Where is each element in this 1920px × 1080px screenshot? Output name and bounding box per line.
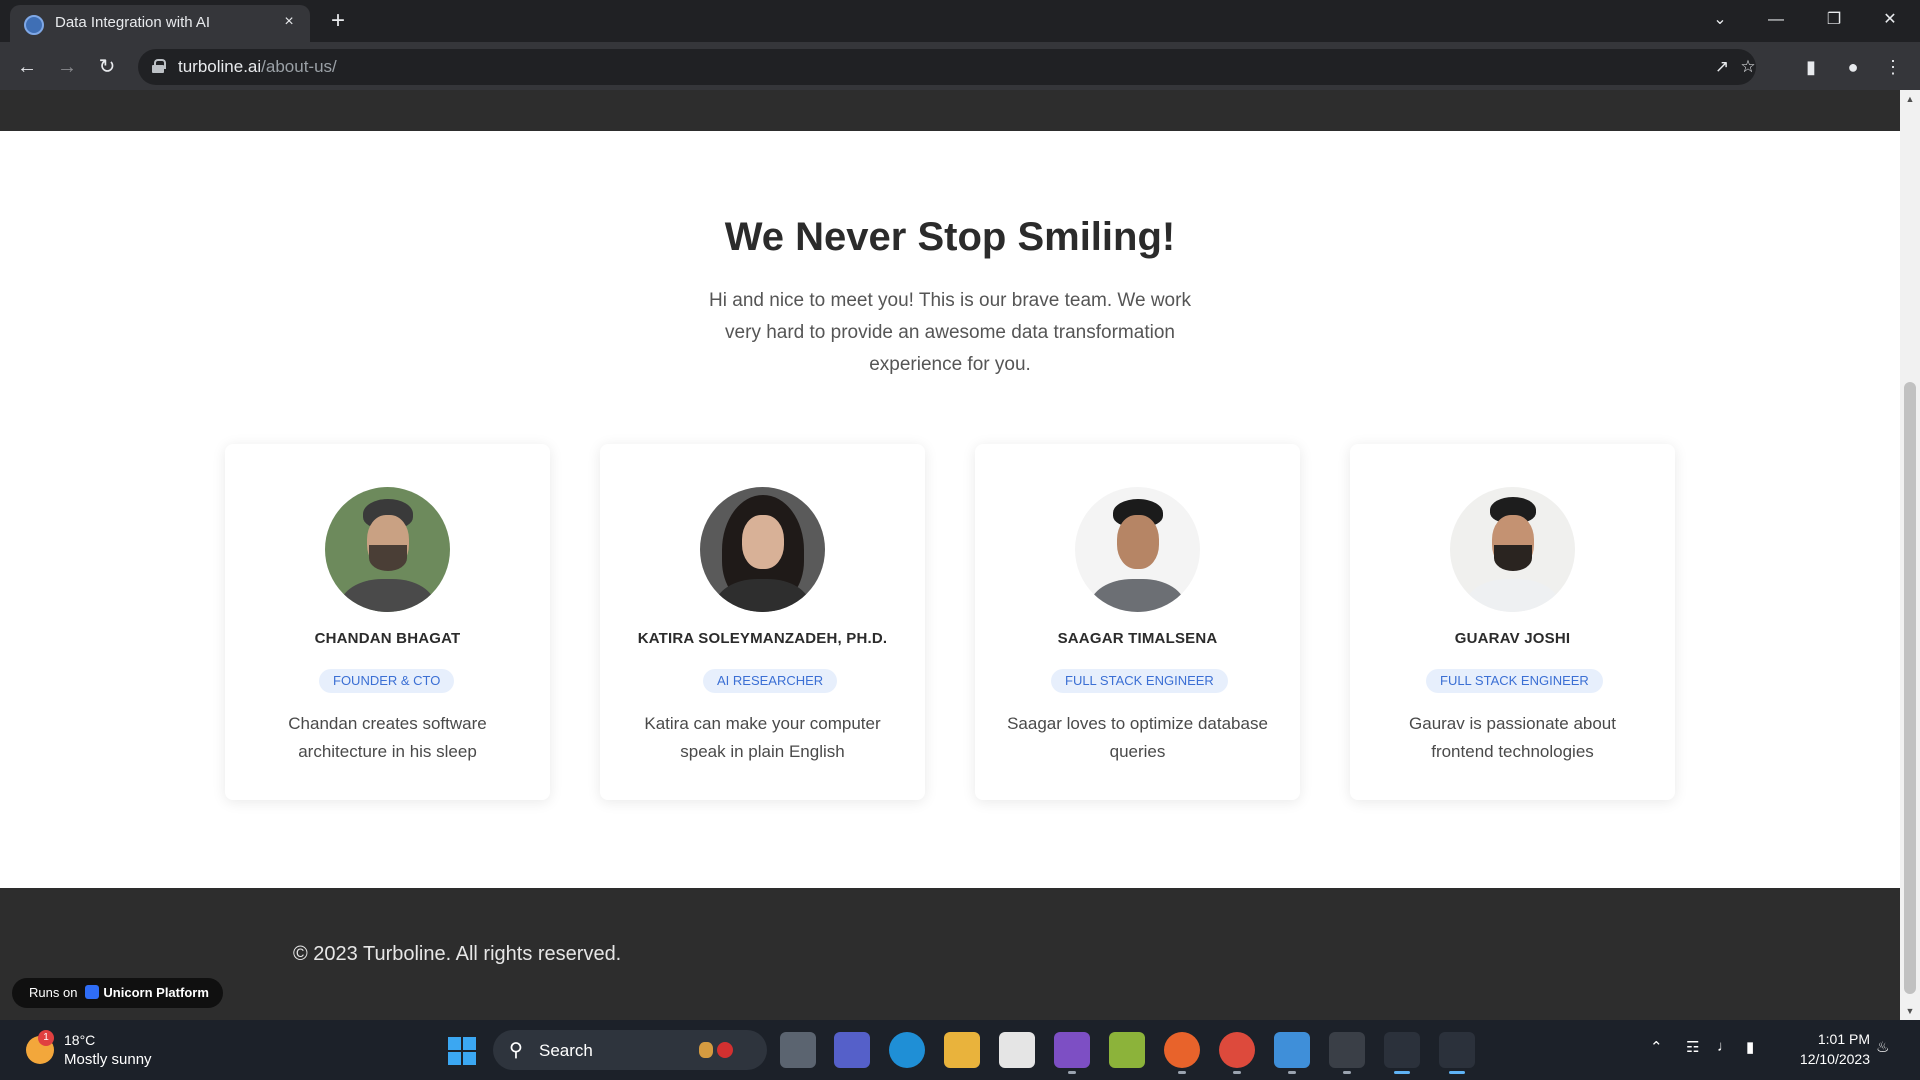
avatar — [1450, 487, 1575, 612]
site-favicon-icon — [24, 15, 44, 35]
avatar — [1075, 487, 1200, 612]
scroll-down-arrow-icon[interactable]: ▼ — [1900, 1002, 1920, 1020]
page-footer: © 2023 Turboline. All rights reserved. — [0, 888, 1900, 1020]
member-name: CHANDAN BHAGAT — [314, 630, 461, 647]
side-panel-icon[interactable]: ▮ — [1796, 52, 1826, 82]
clock-time: 1:01 PM — [1817, 1031, 1870, 1047]
taskbar-search[interactable]: ⚲ Search — [493, 1030, 767, 1070]
team-card: GUARAV JOSHI FULL STACK ENGINEER Gaurav … — [1350, 444, 1675, 800]
search-highlight-icon — [699, 1042, 713, 1058]
member-description: Chandan creates software architecture in… — [288, 714, 487, 761]
search-label: Search — [539, 1041, 593, 1060]
section-intro: Hi and nice to meet you! This is our bra… — [709, 290, 1191, 375]
forward-button[interactable]: → — [52, 52, 82, 82]
tab-search-icon[interactable]: ⌄ — [1700, 6, 1740, 34]
browser-toolbar: ← → ↻ turboline.ai/about-us/ ↗ ☆ ▮ ● ⋮ — [0, 42, 1920, 90]
section-heading: We Never Stop Smiling! — [724, 215, 1176, 259]
scroll-thumb[interactable] — [1904, 382, 1916, 994]
profile-icon[interactable]: ● — [1838, 52, 1868, 82]
badge-prefix: Runs on — [29, 985, 78, 1000]
notification-bell-icon[interactable]: ♨ — [1876, 1038, 1889, 1056]
avatar — [325, 487, 450, 612]
tray-overflow-chevron-icon[interactable]: ⌃ — [1650, 1038, 1663, 1056]
header-band — [0, 90, 1900, 131]
terminal-icon[interactable] — [1329, 1032, 1365, 1074]
browser-tab-bar: Data Integration with AI × + ⌄ — ❐ ✕ — [0, 0, 1920, 42]
edge-browser-icon[interactable] — [889, 1032, 925, 1068]
member-description: Saagar loves to optimize database querie… — [1007, 714, 1268, 761]
windows-start-icon[interactable] — [448, 1037, 476, 1065]
search-highlight-dot-icon — [717, 1042, 733, 1058]
battery-icon[interactable]: ▮ — [1746, 1038, 1754, 1056]
address-bar[interactable]: turboline.ai/about-us/ ↗ ☆ — [138, 49, 1756, 85]
close-window-button[interactable]: ✕ — [1870, 6, 1910, 34]
weather-condition: Mostly sunny — [64, 1051, 152, 1068]
reload-button[interactable]: ↻ — [92, 52, 122, 82]
tab-title: Data Integration with AI — [55, 14, 211, 31]
member-role-badge: FULL STACK ENGINEER — [1426, 669, 1603, 693]
unicorn-platform-logo-icon — [85, 985, 100, 999]
copyright-text: © 2023 Turboline. All rights reserved. — [293, 943, 622, 965]
team-card: CHANDAN BHAGAT FOUNDER & CTO Chandan cre… — [225, 444, 550, 800]
volume-muted-icon[interactable]: ♩ — [1717, 1038, 1732, 1055]
url-text[interactable]: turboline.ai/about-us/ — [178, 57, 337, 77]
weather-alert-badge: 1 — [38, 1030, 54, 1046]
clock-date: 12/10/2023 — [1799, 1051, 1870, 1067]
weather-widget[interactable]: 1 18°C Mostly sunny — [26, 1030, 176, 1070]
search-icon: ⚲ — [509, 1040, 523, 1061]
back-button[interactable]: ← — [12, 52, 42, 82]
visual-studio-icon[interactable] — [1054, 1032, 1090, 1074]
weather-temperature: 18°C — [64, 1032, 96, 1048]
chrome-icon[interactable] — [1219, 1032, 1255, 1074]
file-explorer-icon[interactable] — [944, 1032, 980, 1068]
member-name: GUARAV JOSHI — [1454, 630, 1571, 647]
notepad-icon[interactable] — [1274, 1032, 1310, 1074]
share-icon[interactable]: ↗ — [1710, 55, 1734, 79]
page-viewport: We Never Stop Smiling! Hi and nice to me… — [0, 90, 1900, 1020]
badge-platform: Unicorn Platform — [103, 985, 209, 1000]
avatar — [700, 487, 825, 612]
bookmark-star-icon[interactable]: ☆ — [1736, 55, 1760, 79]
microsoft-store-icon[interactable] — [999, 1032, 1035, 1068]
task-view-icon[interactable] — [780, 1032, 816, 1068]
member-role-badge: AI RESEARCHER — [703, 669, 838, 693]
chrome-active-icon[interactable] — [1439, 1032, 1475, 1074]
app-icon[interactable] — [1109, 1032, 1145, 1068]
team-card: KATIRA SOLEYMANZADEH, PH.D. AI RESEARCHE… — [600, 444, 925, 800]
system-clock[interactable]: 1:01 PM 12/10/2023 — [1775, 1029, 1870, 1069]
lock-icon[interactable] — [152, 59, 166, 73]
team-card: SAAGAR TIMALSENA FULL STACK ENGINEER Saa… — [975, 444, 1300, 800]
menu-kebab-icon[interactable]: ⋮ — [1878, 52, 1908, 82]
runs-on-badge[interactable]: Runs on Unicorn Platform — [12, 978, 223, 1008]
member-role-badge: FULL STACK ENGINEER — [1051, 669, 1228, 693]
discord-icon[interactable] — [1384, 1032, 1420, 1074]
member-name: SAAGAR TIMALSENA — [1057, 630, 1218, 647]
minimize-button[interactable]: — — [1756, 6, 1796, 34]
windows-taskbar: 1 18°C Mostly sunny ⚲ Search ⌃ ☶ ♩ ▮ 1:0… — [0, 1020, 1920, 1080]
browser-tab[interactable]: Data Integration with AI × — [10, 5, 310, 42]
wifi-icon[interactable]: ☶ — [1686, 1038, 1699, 1056]
firefox-icon[interactable] — [1164, 1032, 1200, 1074]
teams-chat-icon[interactable] — [834, 1032, 870, 1068]
restore-button[interactable]: ❐ — [1814, 6, 1854, 34]
member-role-badge: FOUNDER & CTO — [319, 669, 455, 693]
scroll-up-arrow-icon[interactable]: ▲ — [1900, 90, 1920, 108]
tab-close-icon[interactable]: × — [278, 11, 300, 33]
member-description: Katira can make your computer speak in p… — [644, 714, 881, 761]
member-name: KATIRA SOLEYMANZADEH, PH.D. — [637, 630, 888, 647]
new-tab-button[interactable]: + — [325, 8, 351, 34]
page-scrollbar[interactable]: ▲ ▼ — [1900, 90, 1920, 1020]
member-description: Gaurav is passionate about frontend tech… — [1409, 714, 1616, 761]
